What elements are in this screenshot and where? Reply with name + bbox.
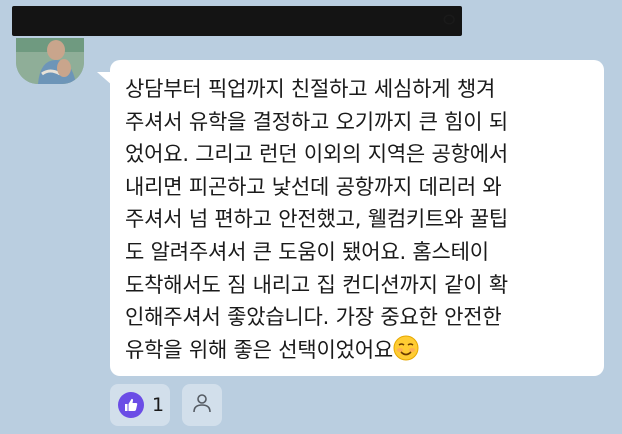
sender-name-suffix: ㅇ [440,8,459,32]
thumbs-up-icon [118,392,144,418]
like-count: 1 [152,394,165,416]
avatar[interactable] [16,38,84,84]
sender-name-redacted [12,6,462,36]
smiling-face-emoji-icon [393,335,419,361]
person-icon [191,392,213,418]
like-reaction-button[interactable]: 1 [110,384,170,426]
message-body: 상담부터 픽업까지 친절하고 세심하게 챙겨 주셔서 유학을 결정하고 오기까지… [125,77,509,362]
message-text: 상담부터 픽업까지 친절하고 세심하게 챙겨 주셔서 유학을 결정하고 오기까지… [125,73,595,366]
reactor-list-button[interactable] [182,384,222,426]
